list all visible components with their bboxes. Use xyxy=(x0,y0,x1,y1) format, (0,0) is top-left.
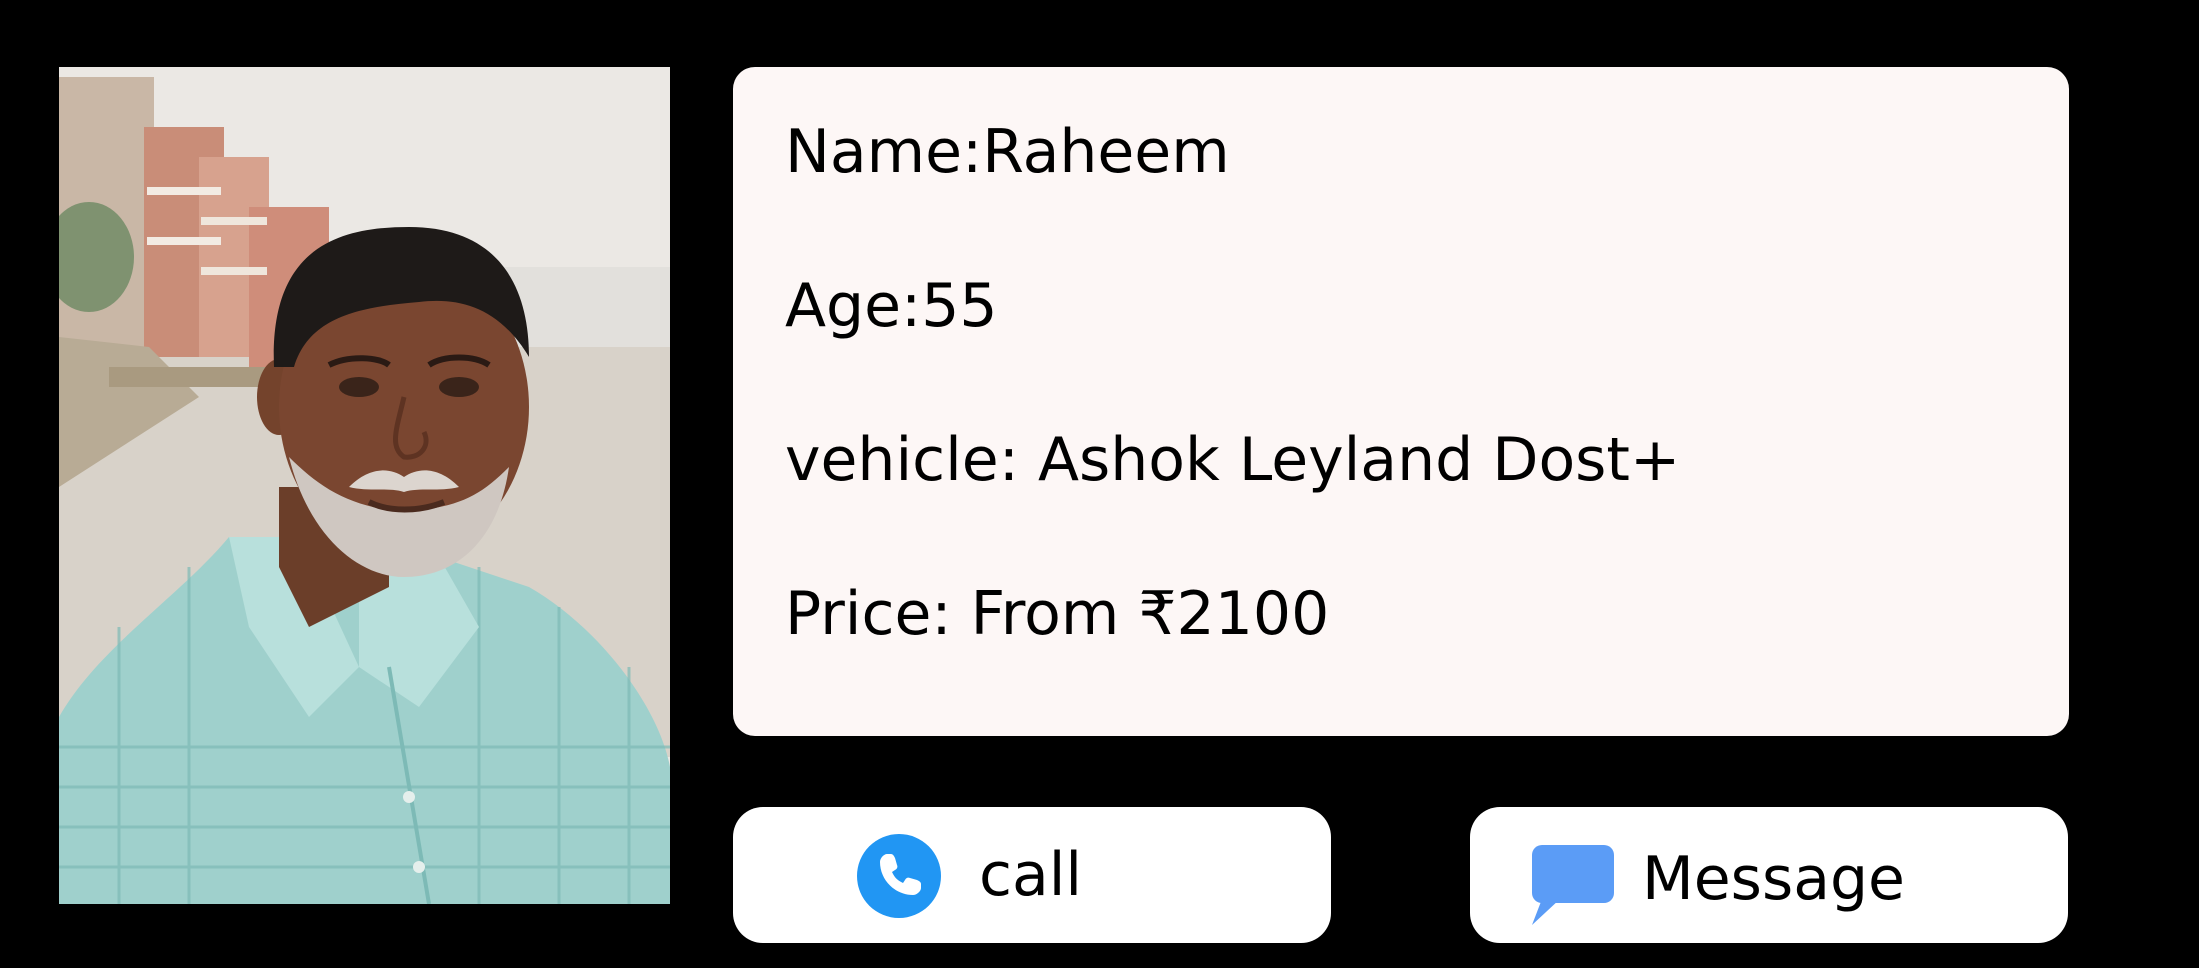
driver-vehicle: vehicle: Ashok Leyland Dost+ xyxy=(785,425,1681,495)
driver-name: Name:Raheem xyxy=(785,117,1230,187)
driver-age: Age:55 xyxy=(785,271,998,341)
driver-photo xyxy=(59,67,670,904)
chat-bubble-icon xyxy=(1530,843,1616,927)
message-button[interactable]: Message xyxy=(1470,807,2068,943)
call-button-label: call xyxy=(979,840,1083,910)
message-button-label: Message xyxy=(1642,844,1905,914)
ride-price: Price: From ₹2100 xyxy=(785,579,1330,649)
driver-info-card: Name:Raheem Age:55 vehicle: Ashok Leylan… xyxy=(733,67,2069,736)
call-button[interactable]: call xyxy=(733,807,1331,943)
phone-icon xyxy=(857,834,941,918)
